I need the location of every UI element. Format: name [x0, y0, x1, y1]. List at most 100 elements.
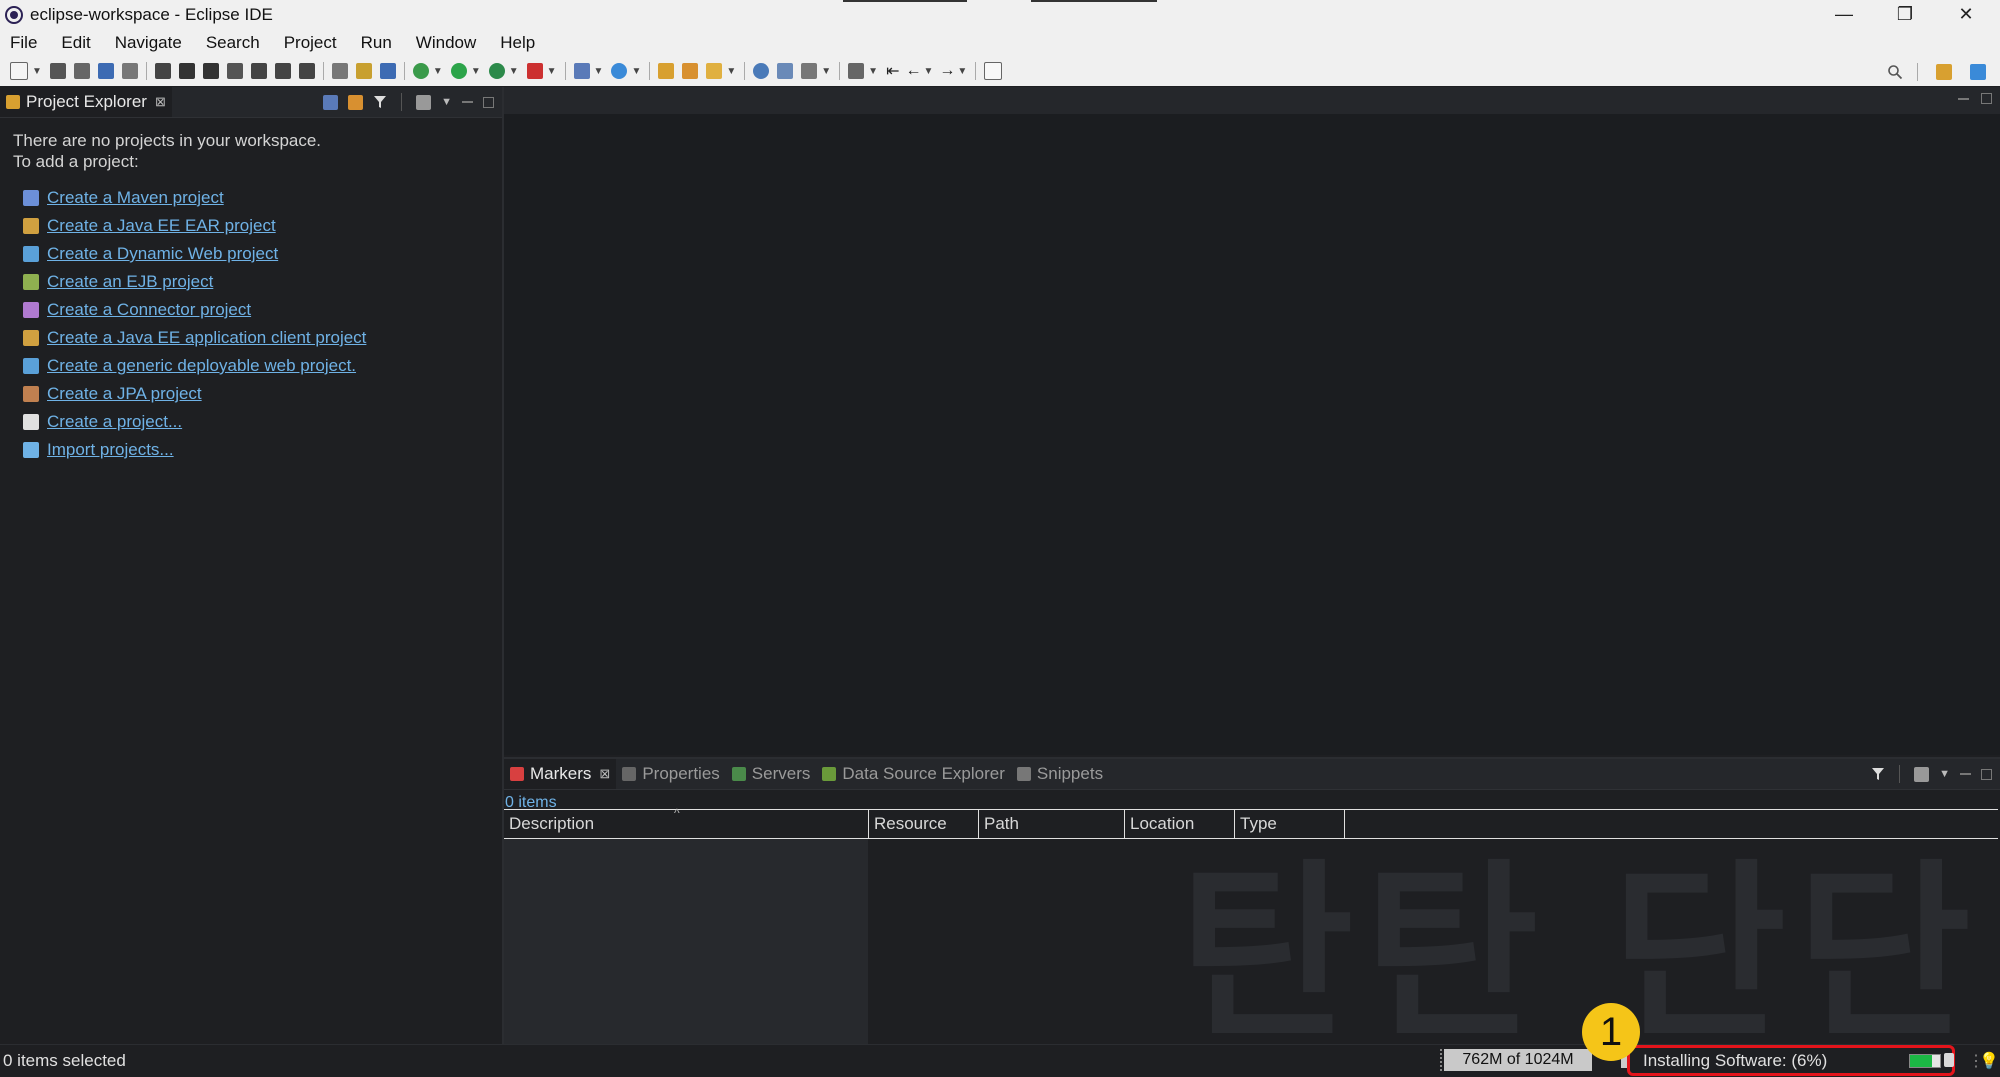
chevron-down-icon[interactable]: ▼ — [594, 66, 604, 77]
step-over-icon[interactable] — [274, 63, 291, 79]
search-web-icon[interactable] — [777, 63, 794, 79]
create-dynamic-web-project-link[interactable]: Create a Dynamic Web project — [47, 244, 278, 264]
resume-icon[interactable] — [154, 63, 171, 79]
browser-icon[interactable] — [379, 63, 396, 79]
perspective-java-ee-icon[interactable] — [1936, 64, 1952, 80]
column-header-resource[interactable]: Resource — [869, 810, 979, 838]
save-icon[interactable] — [49, 63, 66, 79]
close-icon[interactable]: ⊠ — [155, 94, 166, 110]
coverage-icon[interactable] — [488, 63, 505, 79]
minimize-button[interactable]: — — [1814, 0, 1874, 29]
skip-breakpoints-icon[interactable] — [121, 63, 138, 79]
heap-status[interactable]: 762M of 1024M — [1444, 1049, 1592, 1071]
chevron-down-icon[interactable]: ▼ — [433, 66, 443, 77]
column-header-description[interactable]: ^ Description — [504, 806, 869, 838]
external-tools-icon[interactable] — [526, 63, 543, 79]
menu-run[interactable]: Run — [351, 33, 406, 53]
create-jpa-project-link[interactable]: Create a JPA project — [47, 384, 202, 404]
menu-edit[interactable]: Edit — [51, 33, 104, 53]
open-type-icon[interactable] — [658, 63, 675, 79]
run-icon[interactable] — [450, 63, 467, 79]
lightbulb-icon[interactable]: 💡 — [1979, 1051, 1999, 1071]
progress-bar[interactable] — [1909, 1054, 1941, 1068]
tab-markers[interactable]: Markers ⊠ — [504, 759, 617, 789]
link-editor-icon[interactable] — [348, 94, 364, 110]
chevron-down-icon[interactable]: ▼ — [868, 66, 878, 77]
perspective-icon[interactable] — [1970, 64, 1986, 80]
new-file-icon[interactable] — [10, 62, 28, 80]
debug-icon[interactable] — [412, 63, 429, 79]
chevron-down-icon[interactable]: ▼ — [547, 66, 557, 77]
tab-properties[interactable]: Properties — [616, 759, 725, 789]
create-app-client-project-link[interactable]: Create a Java EE application client proj… — [47, 328, 366, 348]
minimize-icon[interactable] — [462, 101, 473, 103]
column-header-type[interactable]: Type — [1235, 810, 1345, 838]
column-header-location[interactable]: Location — [1125, 810, 1235, 838]
back-icon[interactable]: ⇤ — [886, 61, 899, 81]
menu-search[interactable]: Search — [196, 33, 274, 53]
maximize-icon[interactable] — [483, 96, 494, 108]
arrow-left-icon[interactable]: ← — [905, 62, 921, 80]
new-server-icon[interactable] — [573, 63, 590, 79]
column-header-path[interactable]: Path — [979, 810, 1125, 838]
restore-button[interactable]: ❐ — [1875, 0, 1935, 29]
editor-area[interactable] — [504, 114, 2000, 755]
close-button[interactable]: ✕ — [1936, 0, 1996, 29]
globe-icon[interactable] — [753, 63, 770, 79]
step-return-icon[interactable] — [298, 63, 315, 79]
tab-data-source-explorer[interactable]: Data Source Explorer — [816, 759, 1011, 789]
maximize-icon[interactable] — [1981, 93, 1992, 104]
minimize-icon[interactable] — [1958, 97, 1969, 100]
progress-label[interactable]: Installing Software: (6%) — [1643, 1051, 1827, 1071]
tab-project-explorer[interactable]: Project Explorer ⊠ — [0, 87, 172, 117]
minimize-icon[interactable] — [1960, 773, 1971, 775]
close-icon[interactable]: ⊠ — [599, 766, 610, 782]
tab-servers[interactable]: Servers — [726, 759, 817, 789]
disconnect-icon[interactable] — [226, 63, 243, 79]
chevron-down-icon[interactable]: ▼ — [923, 66, 933, 77]
create-connector-project-link[interactable]: Create a Connector project — [47, 300, 251, 320]
arrow-right-icon[interactable]: → — [939, 62, 955, 80]
tab-snippets[interactable]: Snippets — [1011, 759, 1109, 789]
chevron-down-icon[interactable]: ▼ — [957, 66, 967, 77]
pin-icon[interactable] — [848, 63, 865, 79]
search-icon[interactable] — [1887, 64, 1903, 80]
pen-icon[interactable] — [706, 63, 723, 79]
create-generic-web-project-link[interactable]: Create a generic deployable web project. — [47, 356, 356, 376]
step-into-icon[interactable] — [250, 63, 267, 79]
chevron-down-icon[interactable]: ▼ — [726, 66, 736, 77]
chevron-down-icon[interactable]: ▼ — [32, 66, 42, 77]
create-ear-project-link[interactable]: Create a Java EE EAR project — [47, 216, 276, 236]
stop-icon[interactable] — [1944, 1053, 1954, 1067]
open-perspective-icon[interactable] — [984, 62, 1003, 80]
create-ejb-project-link[interactable]: Create an EJB project — [47, 272, 213, 292]
view-menu-icon[interactable] — [416, 94, 432, 110]
menu-navigate[interactable]: Navigate — [105, 33, 196, 53]
create-maven-project-link[interactable]: Create a Maven project — [47, 188, 224, 208]
view-menu-icon[interactable] — [1914, 766, 1930, 782]
collapse-all-icon[interactable] — [323, 94, 339, 110]
chevron-down-icon[interactable]: ▼ — [441, 96, 452, 108]
chevron-down-icon[interactable]: ▼ — [821, 66, 831, 77]
toggle-mark-icon[interactable] — [355, 63, 372, 79]
menu-file[interactable]: File — [0, 33, 51, 53]
menu-project[interactable]: Project — [274, 33, 351, 53]
chevron-down-icon[interactable]: ▼ — [631, 66, 641, 77]
filter-icon[interactable] — [1871, 767, 1885, 781]
new-web-service-icon[interactable] — [611, 63, 628, 79]
maximize-icon[interactable] — [1981, 768, 1992, 780]
chevron-down-icon[interactable]: ▼ — [471, 66, 481, 77]
menu-window[interactable]: Window — [406, 33, 490, 53]
suspend-icon[interactable] — [178, 63, 195, 79]
terminate-icon[interactable] — [202, 63, 219, 79]
create-project-link[interactable]: Create a project... — [47, 412, 182, 432]
save-all-icon[interactable] — [73, 63, 90, 79]
terminal-icon[interactable] — [97, 63, 114, 79]
open-task-icon[interactable] — [682, 63, 699, 79]
chevron-down-icon[interactable]: ▼ — [1939, 768, 1950, 780]
annotation-icon[interactable] — [801, 63, 818, 79]
menu-help[interactable]: Help — [490, 33, 549, 53]
use-step-filters-icon[interactable] — [331, 63, 348, 79]
chevron-down-icon[interactable]: ▼ — [509, 66, 519, 77]
import-projects-link[interactable]: Import projects... — [47, 440, 174, 460]
